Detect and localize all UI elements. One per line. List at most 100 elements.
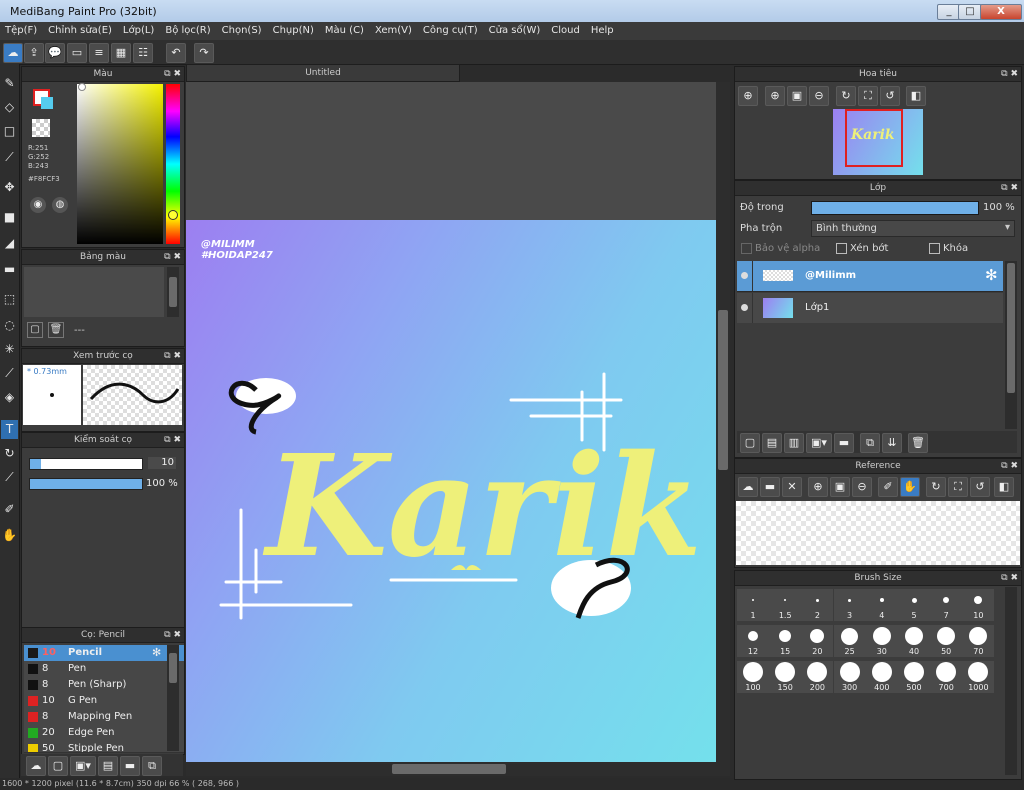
brush-tool-icon[interactable]: ✎ [1,74,18,93]
brush-size-cell[interactable]: 40 [898,625,930,657]
eyedropper-icon[interactable]: ✐ [878,477,898,497]
duplicate-icon[interactable]: ⧉ [142,756,162,776]
gear-icon[interactable]: ✻ [152,646,161,659]
magic-wand-tool-icon[interactable]: ✳ [1,340,18,359]
brush-size-cell[interactable]: 1.5 [769,589,802,621]
lasso-tool-icon[interactable]: ◌ [1,316,18,335]
gradient-tool-icon[interactable]: ▬ [1,260,18,279]
panel-controls-icon[interactable]: ⧉ ✖ [164,433,181,447]
blend-mode-select[interactable]: Bình thường ▾ [811,220,1015,237]
grid-icon[interactable]: ▦ [111,43,131,63]
rotate-icon[interactable]: ↻ [926,477,946,497]
panel-controls-icon[interactable]: ⧉ ✖ [1001,181,1018,195]
fit-window-icon[interactable]: ⛶ [858,86,878,106]
brush-item-edge-pen[interactable]: 20 Edge Pen [24,725,184,742]
rotate-reset-icon[interactable]: ↺ [880,86,900,106]
brush-size-cell[interactable]: 150 [769,661,802,693]
zoom-in-2-icon[interactable]: ⊕ [765,86,785,106]
canvas-vertical-scrollbar[interactable] [716,82,730,762]
brush-size-cell[interactable]: 300 [833,661,866,693]
duplicate-layer-icon[interactable]: ⧉ [860,433,880,453]
zoom-out-icon[interactable]: ⊖ [852,477,872,497]
clipping-checkbox[interactable] [836,243,847,254]
menu-edit[interactable]: Chỉnh sửa(E) [43,22,118,36]
brush-size-cell[interactable]: 10 [962,589,995,621]
protect-alpha-checkbox[interactable] [741,243,752,254]
brush-opacity-slider[interactable] [29,478,143,490]
brush-size-cell[interactable]: 4 [865,589,898,621]
gear-icon[interactable]: ✻ [985,266,998,284]
text-tool-icon[interactable]: T [1,420,18,439]
bucket-tool-icon[interactable]: ◢ [1,234,18,253]
operation-tool-icon[interactable]: ↻ [1,444,18,463]
add-brush-icon[interactable]: ▣▾ [70,756,96,776]
select-pen-tool-icon[interactable]: ⟋ [1,364,18,383]
close-button[interactable]: X [980,4,1022,20]
new-halftone-layer-icon[interactable]: ▤ [762,433,782,453]
palette-icon[interactable]: ◉ [30,197,46,213]
saturation-value-picker[interactable] [77,84,163,244]
layer-scrollbar[interactable] [1005,261,1017,429]
brush-size-cell[interactable]: 100 [737,661,769,693]
layer-opacity-slider[interactable] [811,201,979,215]
brush-size-cell[interactable]: 20 [801,625,834,657]
brush-size-cell[interactable]: 2 [801,589,834,621]
panel-controls-icon[interactable]: ⧉ ✖ [164,349,181,363]
brush-item-g-pen[interactable]: 10 G Pen [24,693,184,710]
fill-rect-tool-icon[interactable]: ■ [1,208,18,227]
brush-item-stipple-pen[interactable]: 50 Stipple Pen [24,741,184,753]
brush-size-slider[interactable] [29,458,143,470]
cloud-brush-icon[interactable]: ☁ [26,756,46,776]
spoit-tool-icon[interactable]: ✐ [1,500,18,519]
fit-icon[interactable]: ▣ [787,86,807,106]
message-icon[interactable]: ▭ [67,43,87,63]
line-tool-icon[interactable]: ⟋ [1,148,18,167]
panel-controls-icon[interactable]: ⧉ ✖ [164,67,181,81]
fit-icon[interactable]: ▣ [830,477,850,497]
document-icon[interactable]: ≡ [89,43,109,63]
flip-icon[interactable]: ◧ [994,477,1014,497]
hand-tool-icon[interactable]: ✋ [1,526,18,545]
palette-scrollbar[interactable] [167,267,179,317]
brush-size-cell[interactable]: 1000 [962,661,995,693]
new-brush-icon[interactable]: ▢ [48,756,68,776]
brush-size-cell[interactable]: 25 [833,625,866,657]
menu-cloud[interactable]: Cloud [546,22,586,36]
brush-size-scrollbar[interactable] [1005,587,1017,775]
maximize-button[interactable]: □ [958,4,982,20]
rotate-reset-icon[interactable]: ↺ [970,477,990,497]
new-palette-icon[interactable]: ▢ [27,322,43,338]
color-wheel-icon[interactable]: ◍ [52,197,68,213]
brush-size-cell[interactable]: 50 [930,625,963,657]
brush-size-cell[interactable]: 15 [769,625,802,657]
panel-controls-icon[interactable]: ⧉ ✖ [1001,67,1018,81]
cloud-upload-icon[interactable]: ☁ [738,477,758,497]
brush-size-cell[interactable]: 400 [865,661,898,693]
brush-size-cell[interactable]: 12 [737,625,769,657]
brush-size-cell[interactable]: 3 [833,589,866,621]
layer-row-lop1[interactable]: Lớp1 [737,293,1003,323]
folder-icon[interactable]: ▬ [120,756,140,776]
brush-size-cell[interactable]: 5 [898,589,930,621]
eye-icon[interactable] [741,304,748,311]
brush-size-cell[interactable]: 500 [898,661,930,693]
undo-icon[interactable]: ↶ [166,43,186,63]
zoom-in-icon[interactable]: ⊕ [738,86,758,106]
menu-layer[interactable]: Lớp(L) [118,22,160,36]
trash-icon[interactable]: 🗑 [48,322,64,338]
comment-icon[interactable]: 💬 [45,43,65,63]
eraser-tool-icon[interactable]: ◇ [1,98,18,117]
brush-item-pencil[interactable]: 10 Pencil ✻ [24,645,184,662]
panel-controls-icon[interactable]: ⧉ ✖ [164,628,181,642]
palette-swatch-area[interactable] [24,267,164,317]
add-layer-menu-icon[interactable]: ▣▾ [806,433,832,453]
panel-controls-icon[interactable]: ⧉ ✖ [164,250,181,264]
canvas-horizontal-scrollbar[interactable] [186,762,730,776]
brush-item-mapping-pen[interactable]: 8 Mapping Pen [24,709,184,726]
new-8bit-layer-icon[interactable]: ▥ [784,433,804,453]
brush-settings-icon[interactable]: ▤ [98,756,118,776]
rotate-icon[interactable]: ↻ [836,86,856,106]
menu-select[interactable]: Chọn(S) [217,22,268,36]
menu-color[interactable]: Màu (C) [320,22,370,36]
document-tab[interactable]: Untitled [186,64,460,82]
